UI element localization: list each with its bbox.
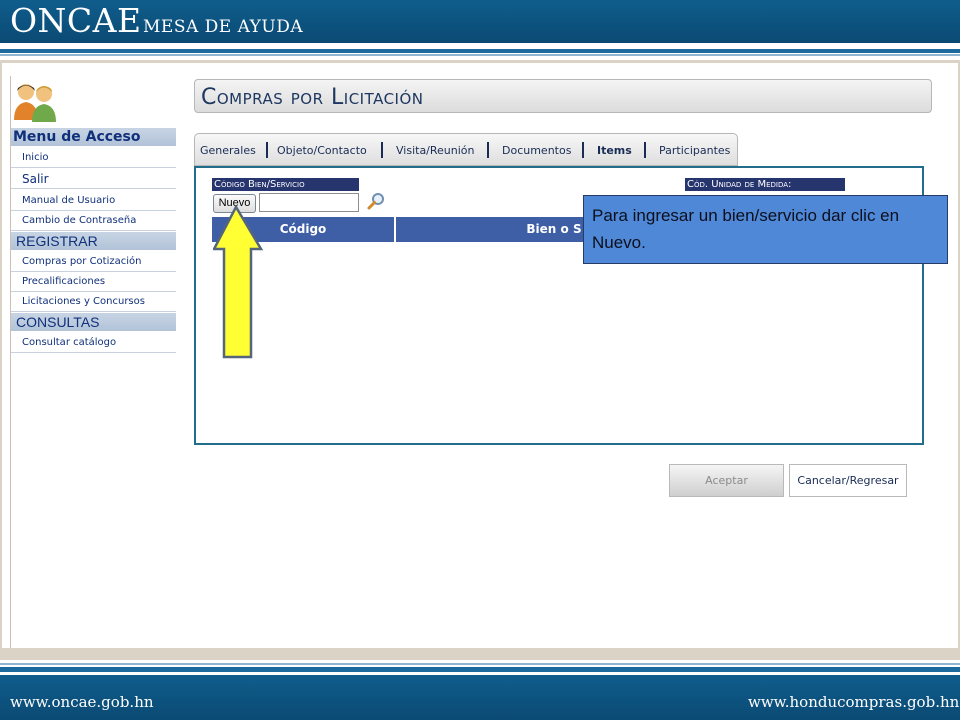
cancelar-regresar-button[interactable]: Cancelar/Regresar — [789, 464, 907, 497]
tab-participantes[interactable]: Participantes — [659, 144, 730, 157]
codigo-bien-servicio-label: Código Bien/Servicio — [212, 178, 359, 191]
tab-separator — [582, 142, 584, 158]
tab-objeto-contacto[interactable]: Objeto/Contacto — [277, 144, 367, 157]
sidebar-item-compras-cotizacion[interactable]: Compras por Cotización — [11, 252, 176, 272]
sidebar-item-precalificaciones[interactable]: Precalificaciones — [11, 272, 176, 292]
footer-stripe — [0, 667, 960, 672]
frame-bottom-band — [0, 648, 960, 660]
menu-title: Menu de Acceso — [11, 128, 176, 146]
sidebar-item-cambio-contrasena[interactable]: Cambio de Contraseña — [11, 211, 176, 231]
tab-separator — [644, 142, 646, 158]
tab-separator — [487, 142, 489, 158]
footer-stripe-light — [0, 663, 960, 665]
instruction-callout: Para ingresar un bien/servicio dar clic … — [583, 195, 948, 264]
sidebar-item-salir[interactable]: Salir — [11, 169, 176, 189]
tab-separator — [266, 142, 268, 158]
brand-subtitle: MESA DE AYUDA — [143, 17, 304, 37]
aceptar-button[interactable]: Aceptar — [669, 464, 784, 497]
brand-logo-text: ONCAE — [10, 1, 142, 40]
page-title: Compras por Licitación — [201, 85, 424, 110]
footer-link-honducompras[interactable]: www.honducompras.gob.hn — [748, 693, 959, 711]
tab-documentos[interactable]: Documentos — [502, 144, 571, 157]
sidebar-section-registrar: REGISTRAR — [11, 232, 176, 250]
banner-stripe — [0, 49, 960, 53]
sidebar-item-manual-usuario[interactable]: Manual de Usuario — [11, 191, 176, 211]
footer-link-oncae[interactable]: www.oncae.gob.hn — [10, 693, 154, 711]
sidebar-item-consultar-catalogo[interactable]: Consultar catálogo — [11, 333, 176, 353]
banner-stripe-light — [0, 54, 960, 56]
search-icon[interactable] — [366, 191, 386, 211]
tab-separator — [381, 142, 383, 158]
sidebar-item-licitaciones-concursos[interactable]: Licitaciones y Concursos — [11, 292, 176, 312]
tab-items[interactable]: Items — [597, 144, 632, 157]
tab-generales[interactable]: Generales — [200, 144, 256, 157]
sidebar-item-inicio[interactable]: Inicio — [11, 148, 176, 168]
unidad-medida-label: Cód. Unidad de Medida: — [685, 178, 845, 191]
users-avatar-icon — [14, 84, 56, 122]
pointer-arrow-icon — [213, 205, 264, 359]
sidebar-section-consultas: CONSULTAS — [11, 313, 176, 331]
tab-visita-reunion[interactable]: Visita/Reunión — [396, 144, 475, 157]
